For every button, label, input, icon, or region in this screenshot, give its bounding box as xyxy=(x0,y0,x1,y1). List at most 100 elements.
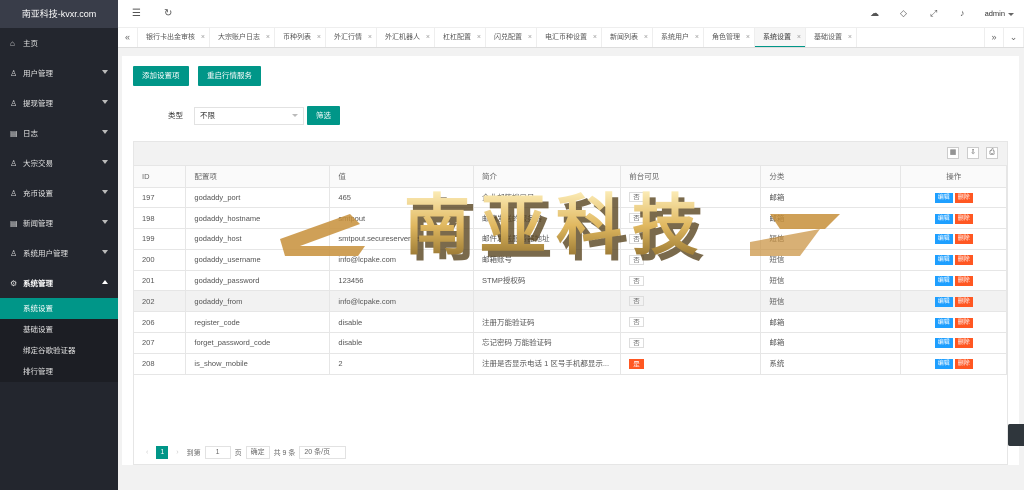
goto-confirm-button[interactable]: 确定 xyxy=(245,446,270,459)
tab-prev-icon[interactable]: « xyxy=(118,28,138,47)
table-cell xyxy=(473,290,622,313)
tab-3[interactable]: 外汇行情 × xyxy=(326,28,377,47)
close-icon[interactable]: × xyxy=(317,28,321,47)
column-header: ID xyxy=(134,166,187,188)
sidebar-subitem-3[interactable]: 排行管理 xyxy=(0,361,118,382)
edit-button[interactable]: 编辑 xyxy=(934,296,953,307)
close-icon[interactable]: × xyxy=(201,28,205,47)
user-icon: ♙ xyxy=(10,98,18,108)
close-icon[interactable]: × xyxy=(477,28,481,47)
sidebar-item-5[interactable]: ♙ 充币设置 xyxy=(0,178,118,208)
close-icon[interactable]: × xyxy=(644,28,648,47)
sidebar-subitem-0[interactable]: 系统设置 xyxy=(0,298,118,319)
tab-7[interactable]: 电汇币种设置 × xyxy=(537,28,602,47)
delete-button[interactable]: 删除 xyxy=(954,234,973,245)
refresh-icon[interactable]: ↻ xyxy=(164,8,172,19)
table-cell: 邮箱 xyxy=(760,332,902,354)
fullscreen-icon[interactable]: ⤢ xyxy=(930,8,937,19)
page-input[interactable]: 1 xyxy=(204,446,231,459)
user-menu[interactable]: admin xyxy=(985,9,1014,18)
tag-icon[interactable]: ◇ xyxy=(900,8,907,19)
edit-button[interactable]: 编辑 xyxy=(934,276,953,287)
page-unit: 页 xyxy=(234,449,242,457)
table-row: 201 godaddy_password 123456 STMP授权码否短信 编辑 删除 xyxy=(134,270,1007,292)
close-icon[interactable]: × xyxy=(426,28,430,47)
tab-next-icon[interactable]: » xyxy=(984,28,1004,47)
sidebar-item-1[interactable]: ♙ 用户管理 xyxy=(0,58,118,88)
tab-6[interactable]: 闪兑配置 × xyxy=(486,28,537,47)
restart-quote-button[interactable]: 重启行情服务 xyxy=(198,66,261,86)
table-cell: godaddy_from xyxy=(185,290,331,313)
delete-button[interactable]: 删除 xyxy=(954,359,973,370)
table-cell: 否 xyxy=(620,290,762,313)
tab-5[interactable]: 杠杠配置 × xyxy=(435,28,486,47)
file-icon: ▤ xyxy=(10,128,18,138)
sidebar-item-7[interactable]: ♙ 系统用户管理 xyxy=(0,238,118,268)
side-float-icon[interactable] xyxy=(1008,424,1024,446)
sidebar-item-6[interactable]: ▤ 新闻管理 xyxy=(0,208,118,238)
action-cell: 编辑 删除 xyxy=(900,207,1007,230)
table-cell: godaddy_password xyxy=(185,270,331,292)
columns-icon[interactable]: ▦ xyxy=(947,147,959,159)
page-size-select[interactable]: 20 条/页 xyxy=(299,446,347,459)
edit-button[interactable]: 编辑 xyxy=(934,317,953,328)
close-icon[interactable]: × xyxy=(746,28,750,47)
delete-button[interactable]: 删除 xyxy=(954,255,973,266)
export-icon[interactable]: ⇩ xyxy=(967,147,979,159)
table-cell: 企业邮箱端口号 xyxy=(473,187,622,209)
tab-9[interactable]: 系统用户 × xyxy=(653,28,704,47)
delete-button[interactable]: 删除 xyxy=(954,213,973,224)
sidebar-item-label: 充币设置 xyxy=(23,188,53,198)
tab-0[interactable]: 银行卡出金审核 × xyxy=(138,28,210,47)
type-select[interactable]: 不限 xyxy=(194,107,304,125)
delete-button[interactable]: 删除 xyxy=(954,276,973,287)
tab-label: 系统用户 xyxy=(661,34,689,41)
delete-button[interactable]: 删除 xyxy=(954,317,973,328)
cloud-icon[interactable]: ☁ xyxy=(870,8,879,19)
visible-badge: 否 xyxy=(629,275,644,286)
print-icon[interactable]: ⎙ xyxy=(986,147,998,159)
next-page-button[interactable]: › xyxy=(172,446,182,459)
sidebar-item-8[interactable]: ⚙ 系统管理 xyxy=(0,268,118,298)
tab-2[interactable]: 币种列表 × xyxy=(275,28,326,47)
current-page[interactable]: 1 xyxy=(156,446,169,459)
tab-8[interactable]: 新闻列表 × xyxy=(602,28,653,47)
close-icon[interactable]: × xyxy=(368,28,372,47)
close-icon[interactable]: × xyxy=(797,28,801,47)
sidebar-item-3[interactable]: ▤ 日志 xyxy=(0,118,118,148)
tab-options-icon[interactable]: ⌄ xyxy=(1004,28,1024,47)
edit-button[interactable]: 编辑 xyxy=(934,255,953,266)
main-content: 添加设置项 重启行情服务 类型 不限 筛选 ▦ ⇩ ⎙ ID 配置项值简介 前台可见… xyxy=(122,56,1019,465)
close-icon[interactable]: × xyxy=(695,28,699,47)
bell-icon[interactable]: ♪ xyxy=(960,8,965,18)
tab-11[interactable]: 系统设置 × xyxy=(755,28,806,47)
prev-page-button[interactable]: ‹ xyxy=(142,446,152,459)
sidebar-item-4[interactable]: ♙ 大宗交易 xyxy=(0,148,118,178)
add-setting-button[interactable]: 添加设置项 xyxy=(133,66,189,86)
close-icon[interactable]: × xyxy=(266,28,270,47)
sidebar-subitem-2[interactable]: 绑定谷歌验证器 xyxy=(0,340,118,361)
edit-button[interactable]: 编辑 xyxy=(934,192,953,203)
tab-label: 杠杠配置 xyxy=(443,34,471,41)
sidebar-item-0[interactable]: ⌂ 主页 xyxy=(0,28,118,58)
delete-button[interactable]: 删除 xyxy=(954,296,973,307)
sidebar-item-2[interactable]: ♙ 提现管理 xyxy=(0,88,118,118)
tab-12[interactable]: 基础设置 × xyxy=(806,28,857,47)
close-icon[interactable]: × xyxy=(848,28,852,47)
edit-button[interactable]: 编辑 xyxy=(934,359,953,370)
delete-button[interactable]: 删除 xyxy=(954,338,973,349)
sidebar-subitem-1[interactable]: 基础设置 xyxy=(0,319,118,340)
tab-10[interactable]: 角色管理 × xyxy=(704,28,755,47)
edit-button[interactable]: 编辑 xyxy=(934,338,953,349)
filter-button[interactable]: 筛选 xyxy=(307,106,340,125)
close-icon[interactable]: × xyxy=(528,28,532,47)
menu-toggle-icon[interactable]: ☰ xyxy=(132,8,141,19)
edit-button[interactable]: 编辑 xyxy=(934,234,953,245)
table-cell: 注册万能验证码 xyxy=(473,311,622,334)
close-icon[interactable]: × xyxy=(593,28,597,47)
tab-4[interactable]: 外汇机器人 × xyxy=(377,28,435,47)
delete-button[interactable]: 删除 xyxy=(954,192,973,203)
tab-1[interactable]: 大宗账户日志 × xyxy=(210,28,275,47)
tab-label: 基础设置 xyxy=(814,34,842,41)
edit-button[interactable]: 编辑 xyxy=(934,213,953,224)
